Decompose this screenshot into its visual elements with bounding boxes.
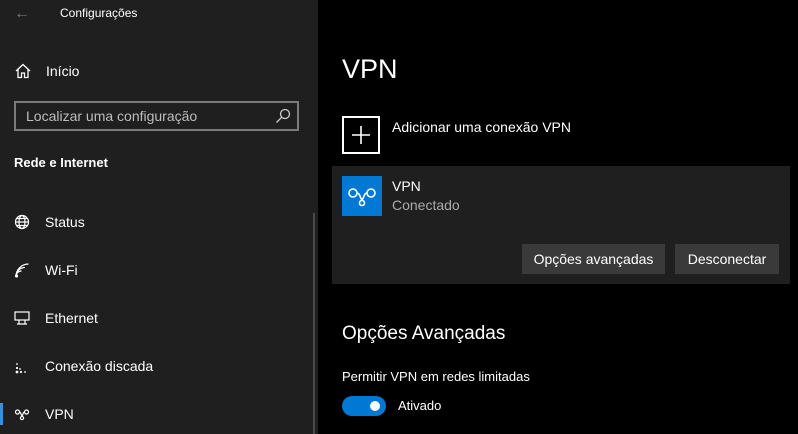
metered-networks-toggle[interactable] — [342, 396, 386, 416]
add-vpn-button[interactable]: Adicionar uma conexão VPN — [342, 116, 571, 154]
wifi-icon — [14, 263, 29, 278]
sidebar-item-wifi[interactable]: Wi-Fi — [14, 259, 78, 281]
active-indicator — [0, 403, 3, 425]
metered-networks-label: Permitir VPN em redes limitadas — [342, 369, 530, 384]
vpn-icon — [14, 409, 30, 421]
search-icon[interactable] — [275, 108, 291, 124]
page-title: VPN — [342, 54, 398, 84]
advanced-options-button[interactable]: Opções avançadas — [522, 244, 665, 274]
back-arrow-icon[interactable]: ← — [10, 4, 34, 24]
globe-icon — [14, 214, 30, 230]
main-panel: VPN Adicionar uma conexão VPN VPN Conect… — [318, 0, 798, 434]
home-nav-item[interactable]: Início — [14, 60, 79, 82]
vpn-connection-status: Conectado — [392, 197, 460, 213]
search-box[interactable] — [14, 101, 299, 131]
vpn-connection-card[interactable]: VPN Conectado Opções avançadas Desconect… — [332, 166, 790, 284]
home-icon — [15, 63, 31, 79]
sidebar-item-label: Ethernet — [45, 310, 98, 326]
plus-icon[interactable] — [342, 116, 380, 154]
sidebar-item-dialup[interactable]: Conexão discada — [14, 355, 153, 377]
sidebar-item-label: VPN — [45, 406, 74, 422]
vpn-connection-icon — [342, 176, 382, 216]
home-label: Início — [46, 63, 80, 79]
sidebar-item-label: Wi-Fi — [45, 262, 78, 278]
sidebar-item-ethernet[interactable]: Ethernet — [14, 307, 98, 329]
toggle-knob — [370, 401, 380, 411]
sidebar: ← Configurações Início Rede e Internet S… — [0, 0, 318, 434]
ethernet-icon — [14, 311, 30, 325]
search-input[interactable] — [26, 107, 266, 125]
sidebar-item-status[interactable]: Status — [14, 211, 85, 233]
section-title: Rede e Internet — [14, 155, 108, 170]
advanced-options-heading: Opções Avançadas — [342, 323, 506, 344]
toggle-state-label: Ativado — [398, 398, 442, 413]
disconnect-button[interactable]: Desconectar — [675, 244, 779, 274]
title-bar: ← Configurações — [0, 0, 318, 30]
sidebar-item-label: Conexão discada — [45, 358, 154, 374]
add-vpn-label[interactable]: Adicionar uma conexão VPN — [392, 119, 571, 135]
dialup-icon — [15, 363, 26, 374]
sidebar-item-vpn[interactable]: VPN — [14, 403, 74, 425]
app-title: Configurações — [60, 6, 138, 20]
sidebar-item-label: Status — [45, 214, 85, 230]
vpn-connection-name: VPN — [392, 178, 421, 194]
sidebar-scrollbar[interactable] — [313, 213, 315, 434]
